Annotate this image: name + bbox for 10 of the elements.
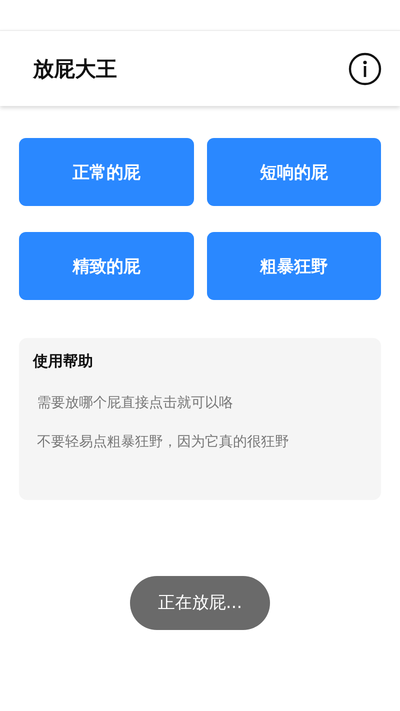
help-text: 不要轻易点粗暴狂野，因为它真的很狂野 bbox=[36, 433, 290, 451]
app-title: 放屁大王 bbox=[33, 56, 117, 82]
sound-button[interactable]: 短响的屁 bbox=[206, 138, 381, 206]
sound-button[interactable]: 精致的屁 bbox=[19, 232, 194, 300]
help-text: 需要放哪个屁直接点击就可以咯 bbox=[36, 394, 234, 412]
help-title: 使用帮助 bbox=[33, 352, 94, 371]
sound-button[interactable]: 正常的屁 bbox=[19, 138, 194, 206]
info-icon[interactable] bbox=[348, 52, 382, 86]
sound-button[interactable]: 粗暴狂野 bbox=[206, 232, 381, 300]
toast-message: 正在放屁... bbox=[130, 576, 270, 630]
